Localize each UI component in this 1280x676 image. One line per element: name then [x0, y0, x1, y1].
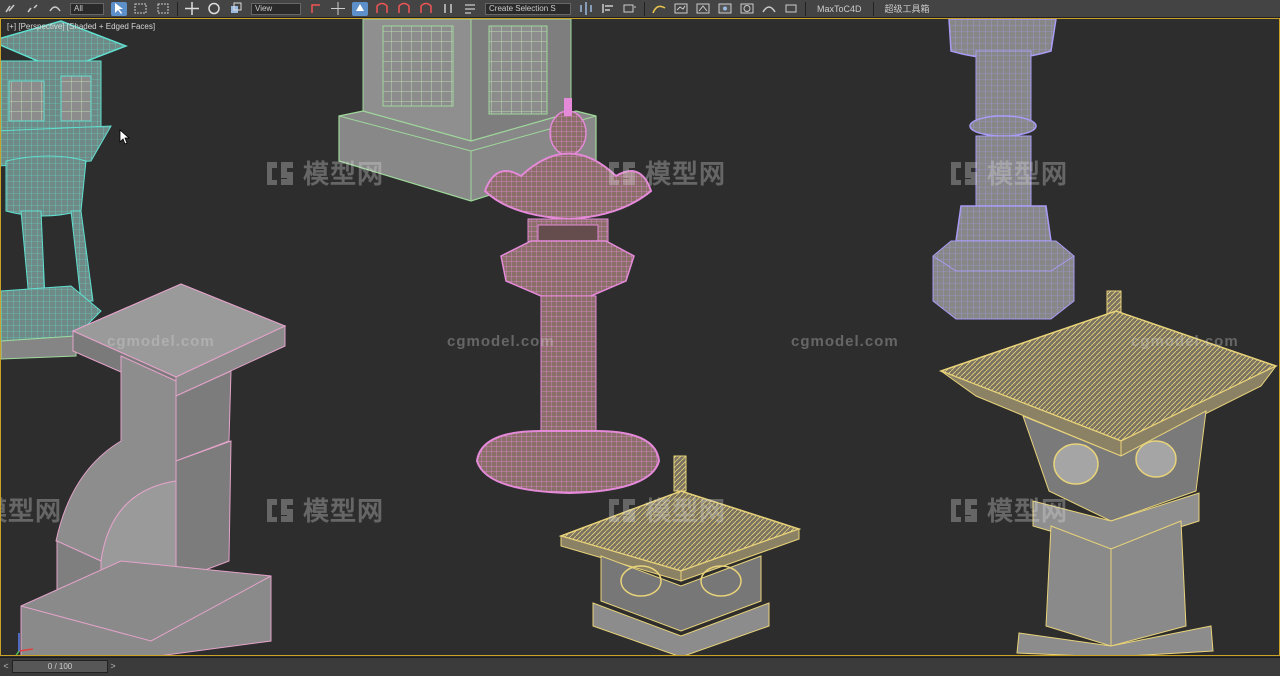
- watermark-cn-text: 模型网: [987, 496, 1069, 526]
- watermark-cn: 模型网: [1, 491, 63, 528]
- watermark-en: cgmodel.com: [447, 333, 555, 350]
- watermark-cn-text: 模型网: [303, 496, 385, 526]
- snaps-toggle-icon[interactable]: [374, 2, 390, 16]
- select-by-name-icon[interactable]: [133, 2, 149, 16]
- time-slider[interactable]: 0 / 100: [12, 660, 108, 673]
- time-slider-next-button[interactable]: >: [108, 661, 118, 672]
- cgmodel-logo-icon: [267, 161, 293, 185]
- scale-icon[interactable]: [228, 2, 244, 16]
- toolbar-divider: [872, 1, 874, 16]
- angle-snap-icon[interactable]: [396, 2, 412, 16]
- watermark-en: cgmodel.com: [107, 333, 215, 350]
- selection-filter-dropdown[interactable]: All: [70, 2, 104, 15]
- toolbar-divider: [177, 1, 178, 16]
- watermark-en: cgmodel.com: [1131, 333, 1239, 350]
- rendered-frame-window-icon[interactable]: [739, 2, 755, 16]
- watermark-cn: 模型网: [263, 491, 384, 528]
- render-iterative-icon[interactable]: [783, 2, 799, 16]
- watermark-cn-text: 模型网: [1, 496, 63, 526]
- percent-snap-icon[interactable]: [418, 2, 434, 16]
- viewport-label[interactable]: [+] [Perspective] [Shaded + Edged Faces]: [7, 22, 155, 31]
- bind-spacewarp-icon[interactable]: [47, 2, 63, 16]
- region-select-icon[interactable]: [155, 2, 171, 16]
- curve-editor-icon[interactable]: [651, 2, 667, 16]
- watermark-cn-text: 模型网: [303, 159, 385, 189]
- mouse-cursor-icon: [119, 129, 131, 145]
- spinner-snap-icon[interactable]: [440, 2, 456, 16]
- render-setup-icon[interactable]: [717, 2, 733, 16]
- watermark-cn: 模型网: [947, 154, 1068, 191]
- reference-coordinate-dropdown[interactable]: View: [251, 2, 301, 15]
- maxtoc4d-button[interactable]: MaxToC4D: [817, 4, 862, 14]
- pivot-center-icon[interactable]: [308, 2, 324, 16]
- watermark-cn: 模型网: [605, 491, 726, 528]
- material-editor-icon[interactable]: [695, 2, 711, 16]
- cgmodel-logo-icon: [609, 498, 635, 522]
- watermark-cn-text: 模型网: [645, 496, 727, 526]
- named-selection-dropdown[interactable]: Create Selection S: [485, 2, 571, 15]
- edit-named-selection-icon[interactable]: [462, 2, 478, 16]
- align-icon[interactable]: [600, 2, 616, 16]
- perspective-viewport[interactable]: [+] [Perspective] [Shaded + Edged Faces]: [0, 18, 1280, 656]
- time-slider-bar: < 0 / 100 >: [0, 657, 1280, 676]
- layer-manager-icon[interactable]: [622, 2, 638, 16]
- move-icon[interactable]: [184, 2, 200, 16]
- watermark-cn: 模型网: [263, 154, 384, 191]
- cgmodel-logo-icon: [951, 498, 977, 522]
- cgmodel-logo-icon: [267, 498, 293, 522]
- keyboard-shortcut-override-icon[interactable]: [352, 1, 368, 16]
- link-icon[interactable]: [3, 2, 19, 16]
- watermark-cn: 模型网: [605, 154, 726, 191]
- render-production-icon[interactable]: [761, 2, 777, 16]
- watermark-cn: 模型网: [947, 491, 1068, 528]
- super-toolbox-button[interactable]: 超级工具箱: [885, 2, 930, 15]
- schematic-view-icon[interactable]: [673, 2, 689, 16]
- cgmodel-logo-icon: [609, 161, 635, 185]
- rotate-icon[interactable]: [206, 2, 222, 16]
- time-slider-prev-button[interactable]: <: [1, 661, 11, 672]
- mirror-icon[interactable]: [578, 2, 594, 16]
- watermark-cn-text: 模型网: [645, 159, 727, 189]
- watermark-cn-text: 模型网: [987, 159, 1069, 189]
- watermark-en: cgmodel.com: [791, 333, 899, 350]
- world-axis-tripod-icon: [15, 633, 34, 655]
- main-toolbar: All View Create Selection S MaxToC4D 超级工…: [0, 0, 1280, 18]
- cgmodel-logo-icon: [951, 161, 977, 185]
- select-object-icon[interactable]: [111, 1, 127, 16]
- toolbar-divider: [805, 1, 806, 16]
- toolbar-divider: [644, 1, 645, 16]
- select-manipulate-icon[interactable]: [330, 2, 346, 16]
- unlink-icon[interactable]: [25, 2, 41, 16]
- cyan-lantern-model[interactable]: [1, 20, 129, 360]
